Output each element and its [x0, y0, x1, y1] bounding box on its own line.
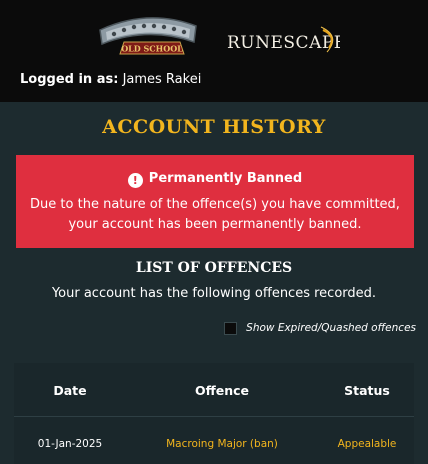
show-expired-checkbox[interactable]: [224, 321, 238, 335]
logged-in-status: Logged in as: James Rakei: [20, 72, 201, 87]
ban-message: Due to the nature of the offence(s) you …: [30, 197, 400, 232]
offences-table: Date Offence Status 01-Jan-2025 Macroing…: [14, 363, 414, 464]
ban-heading-text: Permanently Banned: [148, 171, 303, 186]
offence-name[interactable]: Macroing Major (ban): [152, 438, 292, 450]
page-title: ACCOUNT HISTORY: [102, 116, 326, 138]
ban-notice: ! Permanently Banned Due to the nature of…: [16, 155, 414, 248]
column-header-offence: Offence: [194, 383, 250, 398]
offence-status[interactable]: Appealable: [328, 438, 406, 450]
offences-table-header: Date Offence Status: [14, 363, 414, 417]
site-header: OLD SCHOOL RUNESCAPE Logged in as: James…: [0, 0, 428, 102]
show-expired-label[interactable]: Show Expired/Quashed offences: [246, 322, 416, 334]
ban-heading: ! Permanently Banned: [16, 171, 414, 188]
logged-in-label: Logged in as:: [20, 72, 119, 87]
offences-title: LIST OF OFFENCES: [135, 260, 293, 276]
table-row[interactable]: 01-Jan-2025 Macroing Major (ban) Appeala…: [14, 418, 414, 464]
column-header-status: Status: [344, 383, 390, 398]
offences-subtitle: Your account has the following offences …: [51, 286, 377, 301]
svg-text:OLD SCHOOL: OLD SCHOOL: [121, 44, 183, 54]
username: James Rakei: [122, 72, 202, 87]
show-expired-toggle[interactable]: Show Expired/Quashed offences: [224, 320, 416, 336]
runescape-logo[interactable]: RUNESCAPE: [225, 22, 340, 58]
column-header-date: Date: [53, 383, 87, 398]
offence-date: 01-Jan-2025: [37, 438, 103, 450]
svg-text:RUNESCAPE: RUNESCAPE: [227, 33, 340, 53]
exclamation-icon: !: [127, 173, 143, 188]
old-school-runescape-logo[interactable]: OLD SCHOOL: [96, 12, 200, 58]
